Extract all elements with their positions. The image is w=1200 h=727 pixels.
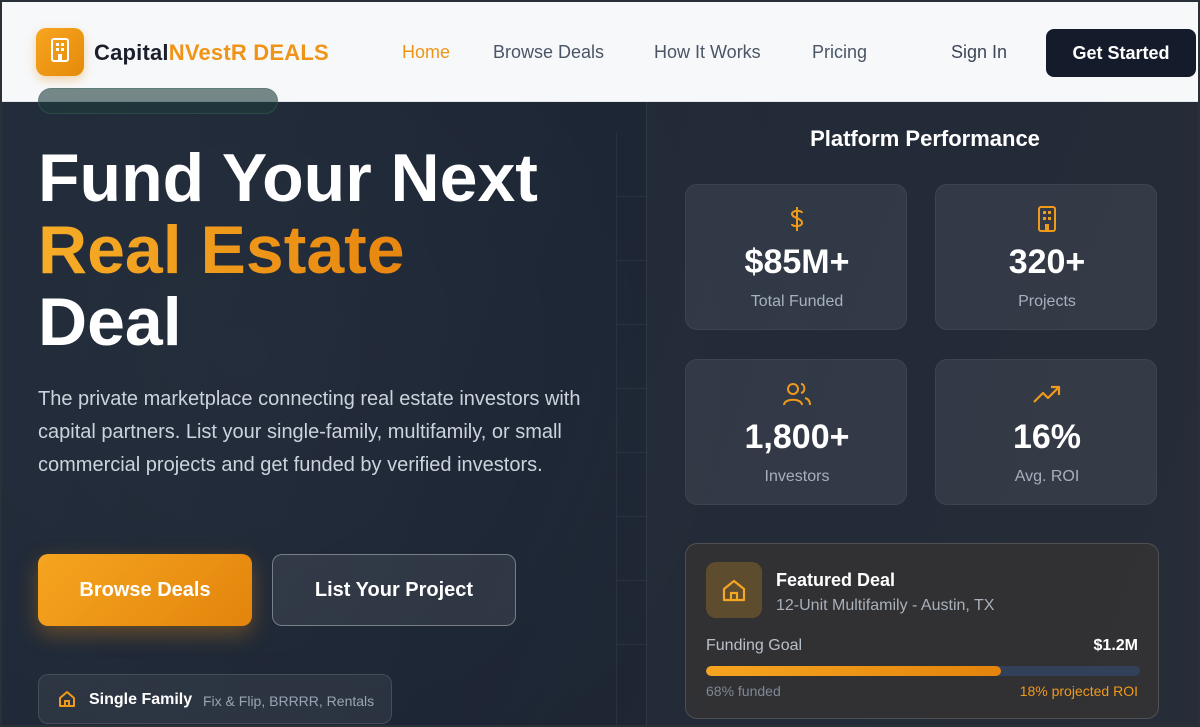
stat-label: Investors — [764, 468, 830, 485]
projected-roi: 18% projected ROI — [1019, 683, 1138, 699]
app-frame: CapitalNVestR DEALS Home Browse Deals Ho… — [0, 0, 1200, 727]
nav-browse-deals-link[interactable]: Browse Deals — [493, 42, 604, 63]
decorative-grid — [616, 132, 647, 725]
sign-in-link[interactable]: Sign In — [951, 42, 1007, 63]
browse-deals-button[interactable]: Browse Deals — [38, 554, 252, 626]
funding-progress-bar — [706, 666, 1140, 676]
stat-card-total-funded: $85M+ Total Funded — [685, 184, 907, 330]
featured-deal-subtitle: 12-Unit Multifamily - Austin, TX — [776, 597, 995, 614]
list-your-project-button[interactable]: List Your Project — [272, 554, 516, 626]
funding-goal-label: Funding Goal — [706, 637, 803, 654]
featured-deal-card[interactable]: Featured Deal 12-Unit Multifamily - Aust… — [685, 543, 1159, 719]
logo[interactable] — [36, 28, 84, 76]
top-navbar: CapitalNVestR DEALS Home Browse Deals Ho… — [2, 2, 1198, 102]
funding-progress-fill — [706, 666, 1002, 676]
funded-percent: 68% funded — [706, 683, 781, 699]
nav-how-it-works-link[interactable]: How It Works — [654, 42, 761, 63]
trending-up-icon — [936, 380, 1158, 408]
stat-value: 320+ — [1008, 243, 1086, 281]
stat-card-investors: 1,800+ Investors — [685, 359, 907, 505]
headline-line-1: Fund Your Next — [38, 140, 538, 216]
hero-top-badge — [38, 88, 278, 114]
building-icon — [936, 205, 1158, 233]
stat-value: $85M+ — [744, 243, 850, 281]
get-started-button[interactable]: Get Started — [1046, 29, 1196, 77]
stat-card-avg-roi: 16% Avg. ROI — [935, 359, 1157, 505]
stat-label: Avg. ROI — [1014, 468, 1080, 485]
panel-title: Platform Performance — [810, 126, 1040, 151]
headline-line-3: Deal — [38, 284, 182, 360]
home-icon — [706, 562, 762, 618]
tag-description: Fix & Flip, BRRRR, Rentals — [203, 693, 375, 709]
platform-performance-panel: Platform Performance $85M+ Total Funded — [646, 102, 1198, 725]
dollar-icon — [686, 205, 908, 233]
nav-home-link[interactable]: Home — [402, 42, 450, 63]
building-logo-icon — [48, 37, 72, 68]
property-type-tag[interactable]: Single Family Fix & Flip, BRRRR, Rentals — [38, 674, 392, 724]
tag-title: Single Family — [89, 691, 193, 708]
headline-line-2: Real Estate — [38, 212, 405, 288]
home-icon — [57, 689, 77, 714]
brand-name[interactable]: CapitalNVestR DEALS — [94, 40, 329, 66]
stat-label: Projects — [1018, 293, 1076, 310]
featured-deal-title: Featured Deal — [776, 570, 896, 590]
nav-pricing-link[interactable]: Pricing — [812, 42, 867, 63]
stat-label: Total Funded — [750, 293, 844, 310]
hero-section: Fund Your Next Real Estate Deal The priv… — [2, 88, 1198, 725]
users-icon — [686, 380, 908, 408]
stat-card-projects: 320+ Projects — [935, 184, 1157, 330]
hero-subheadline: The private marketplace connecting real … — [38, 388, 581, 476]
funding-goal-amount: $1.2M — [1093, 637, 1138, 654]
stat-value: 1,800+ — [744, 418, 850, 456]
stat-value: 16% — [1012, 418, 1082, 456]
